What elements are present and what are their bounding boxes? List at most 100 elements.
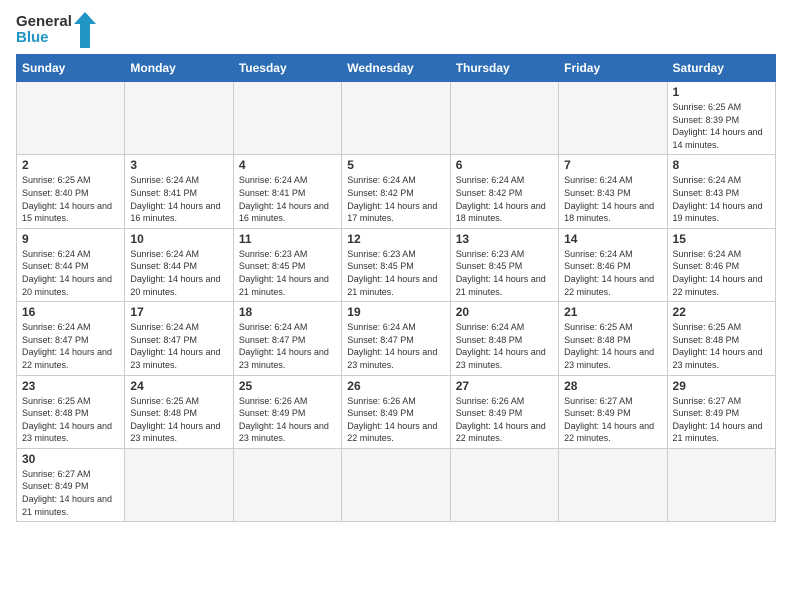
day-number: 26 xyxy=(347,379,444,393)
calendar-day-cell: 18Sunrise: 6:24 AMSunset: 8:47 PMDayligh… xyxy=(233,302,341,375)
day-number: 7 xyxy=(564,158,661,172)
calendar-day-cell: 29Sunrise: 6:27 AMSunset: 8:49 PMDayligh… xyxy=(667,375,775,448)
day-number: 6 xyxy=(456,158,553,172)
day-number: 5 xyxy=(347,158,444,172)
calendar-day-cell xyxy=(125,82,233,155)
day-info: Sunrise: 6:24 AMSunset: 8:44 PMDaylight:… xyxy=(22,248,119,298)
day-info: Sunrise: 6:25 AMSunset: 8:39 PMDaylight:… xyxy=(673,101,770,151)
day-number: 13 xyxy=(456,232,553,246)
calendar-day-cell: 1Sunrise: 6:25 AMSunset: 8:39 PMDaylight… xyxy=(667,82,775,155)
calendar-week-row: 1Sunrise: 6:25 AMSunset: 8:39 PMDaylight… xyxy=(17,82,776,155)
day-number: 16 xyxy=(22,305,119,319)
calendar-day-cell xyxy=(667,448,775,521)
calendar-day-cell: 30Sunrise: 6:27 AMSunset: 8:49 PMDayligh… xyxy=(17,448,125,521)
day-number: 10 xyxy=(130,232,227,246)
calendar-day-cell: 26Sunrise: 6:26 AMSunset: 8:49 PMDayligh… xyxy=(342,375,450,448)
weekday-header: Monday xyxy=(125,55,233,82)
calendar-day-cell: 12 Sunrise: 6:23 AMSunset: 8:45 PMDayligh… xyxy=(342,228,450,301)
calendar-day-cell: 21 Sunrise: 6:25 AMSunset: 8:48 PMDayligh… xyxy=(559,302,667,375)
day-info: Sunrise: 6:25 AMSunset: 8:48 PMDaylight:… xyxy=(673,321,770,371)
calendar-week-row: 16 Sunrise: 6:24 AMSunset: 8:47 PMDayligh… xyxy=(17,302,776,375)
calendar-day-cell: 24Sunrise: 6:25 AMSunset: 8:48 PMDayligh… xyxy=(125,375,233,448)
day-number: 9 xyxy=(22,232,119,246)
calendar-week-row: 23 Sunrise: 6:25 AMSunset: 8:48 PMDayligh… xyxy=(17,375,776,448)
page-header: General Blue xyxy=(16,12,776,48)
calendar-week-row: 2 Sunrise: 6:25 AMSunset: 8:40 PMDaylight… xyxy=(17,155,776,228)
day-info: Sunrise: 6:24 AMSunset: 8:47 PMDaylight:… xyxy=(22,321,119,371)
calendar-day-cell xyxy=(450,448,558,521)
weekday-header: Saturday xyxy=(667,55,775,82)
calendar-day-cell: 5 Sunrise: 6:24 AMSunset: 8:42 PMDaylight… xyxy=(342,155,450,228)
calendar-day-cell: 22 Sunrise: 6:25 AMSunset: 8:48 PMDayligh… xyxy=(667,302,775,375)
calendar-day-cell: 20Sunrise: 6:24 AMSunset: 8:48 PMDayligh… xyxy=(450,302,558,375)
day-number: 17 xyxy=(130,305,227,319)
calendar-day-cell xyxy=(233,448,341,521)
day-number: 23 xyxy=(22,379,119,393)
calendar-day-cell: 15 Sunrise: 6:24 AMSunset: 8:46 PMDayligh… xyxy=(667,228,775,301)
day-info: Sunrise: 6:23 AMSunset: 8:45 PMDaylight:… xyxy=(347,248,444,298)
calendar-day-cell xyxy=(450,82,558,155)
day-info: Sunrise: 6:25 AMSunset: 8:48 PMDaylight:… xyxy=(130,395,227,445)
day-info: Sunrise: 6:25 AMSunset: 8:40 PMDaylight:… xyxy=(22,174,119,224)
calendar-day-cell: 2 Sunrise: 6:25 AMSunset: 8:40 PMDaylight… xyxy=(17,155,125,228)
weekday-header: Thursday xyxy=(450,55,558,82)
calendar-day-cell xyxy=(342,448,450,521)
day-number: 11 xyxy=(239,232,336,246)
day-number: 8 xyxy=(673,158,770,172)
calendar-day-cell: 9 Sunrise: 6:24 AMSunset: 8:44 PMDaylight… xyxy=(17,228,125,301)
day-number: 30 xyxy=(22,452,119,466)
calendar-day-cell xyxy=(342,82,450,155)
day-number: 21 xyxy=(564,305,661,319)
day-number: 2 xyxy=(22,158,119,172)
day-info: Sunrise: 6:24 AMSunset: 8:47 PMDaylight:… xyxy=(347,321,444,371)
calendar-day-cell: 6Sunrise: 6:24 AMSunset: 8:42 PMDaylight… xyxy=(450,155,558,228)
day-info: Sunrise: 6:24 AMSunset: 8:46 PMDaylight:… xyxy=(673,248,770,298)
logo-blue: Blue xyxy=(16,30,72,47)
calendar-header-row: SundayMondayTuesdayWednesdayThursdayFrid… xyxy=(17,55,776,82)
weekday-header: Tuesday xyxy=(233,55,341,82)
day-info: Sunrise: 6:24 AMSunset: 8:44 PMDaylight:… xyxy=(130,248,227,298)
day-info: Sunrise: 6:23 AMSunset: 8:45 PMDaylight:… xyxy=(456,248,553,298)
day-info: Sunrise: 6:24 AMSunset: 8:47 PMDaylight:… xyxy=(239,321,336,371)
day-info: Sunrise: 6:27 AMSunset: 8:49 PMDaylight:… xyxy=(673,395,770,445)
day-info: Sunrise: 6:26 AMSunset: 8:49 PMDaylight:… xyxy=(456,395,553,445)
day-number: 22 xyxy=(673,305,770,319)
day-info: Sunrise: 6:24 AMSunset: 8:47 PMDaylight:… xyxy=(130,321,227,371)
calendar-day-cell: 25Sunrise: 6:26 AMSunset: 8:49 PMDayligh… xyxy=(233,375,341,448)
calendar-day-cell: 10 Sunrise: 6:24 AMSunset: 8:44 PMDayligh… xyxy=(125,228,233,301)
day-info: Sunrise: 6:25 AMSunset: 8:48 PMDaylight:… xyxy=(22,395,119,445)
calendar-day-cell: 14Sunrise: 6:24 AMSunset: 8:46 PMDayligh… xyxy=(559,228,667,301)
weekday-header: Wednesday xyxy=(342,55,450,82)
calendar-day-cell: 7Sunrise: 6:24 AMSunset: 8:43 PMDaylight… xyxy=(559,155,667,228)
logo-general: General xyxy=(16,14,72,31)
day-info: Sunrise: 6:24 AMSunset: 8:41 PMDaylight:… xyxy=(239,174,336,224)
day-info: Sunrise: 6:23 AMSunset: 8:45 PMDaylight:… xyxy=(239,248,336,298)
calendar-week-row: 9 Sunrise: 6:24 AMSunset: 8:44 PMDaylight… xyxy=(17,228,776,301)
calendar-day-cell: 16 Sunrise: 6:24 AMSunset: 8:47 PMDayligh… xyxy=(17,302,125,375)
calendar-day-cell: 17 Sunrise: 6:24 AMSunset: 8:47 PMDayligh… xyxy=(125,302,233,375)
day-info: Sunrise: 6:27 AMSunset: 8:49 PMDaylight:… xyxy=(564,395,661,445)
calendar-day-cell: 13 Sunrise: 6:23 AMSunset: 8:45 PMDayligh… xyxy=(450,228,558,301)
day-number: 27 xyxy=(456,379,553,393)
calendar-day-cell xyxy=(233,82,341,155)
calendar-day-cell: 8Sunrise: 6:24 AMSunset: 8:43 PMDaylight… xyxy=(667,155,775,228)
day-info: Sunrise: 6:25 AMSunset: 8:48 PMDaylight:… xyxy=(564,321,661,371)
weekday-header: Friday xyxy=(559,55,667,82)
day-number: 20 xyxy=(456,305,553,319)
day-number: 15 xyxy=(673,232,770,246)
day-info: Sunrise: 6:24 AMSunset: 8:42 PMDaylight:… xyxy=(347,174,444,224)
day-number: 28 xyxy=(564,379,661,393)
weekday-header: Sunday xyxy=(17,55,125,82)
day-number: 19 xyxy=(347,305,444,319)
calendar-day-cell: 3Sunrise: 6:24 AMSunset: 8:41 PMDaylight… xyxy=(125,155,233,228)
calendar-day-cell: 11 Sunrise: 6:23 AMSunset: 8:45 PMDayligh… xyxy=(233,228,341,301)
calendar-day-cell xyxy=(17,82,125,155)
logo: General Blue xyxy=(16,12,96,48)
day-info: Sunrise: 6:24 AMSunset: 8:46 PMDaylight:… xyxy=(564,248,661,298)
calendar-day-cell: 4Sunrise: 6:24 AMSunset: 8:41 PMDaylight… xyxy=(233,155,341,228)
calendar-day-cell: 23 Sunrise: 6:25 AMSunset: 8:48 PMDayligh… xyxy=(17,375,125,448)
day-info: Sunrise: 6:24 AMSunset: 8:41 PMDaylight:… xyxy=(130,174,227,224)
calendar-day-cell xyxy=(559,82,667,155)
day-number: 12 xyxy=(347,232,444,246)
calendar-week-row: 30Sunrise: 6:27 AMSunset: 8:49 PMDayligh… xyxy=(17,448,776,521)
